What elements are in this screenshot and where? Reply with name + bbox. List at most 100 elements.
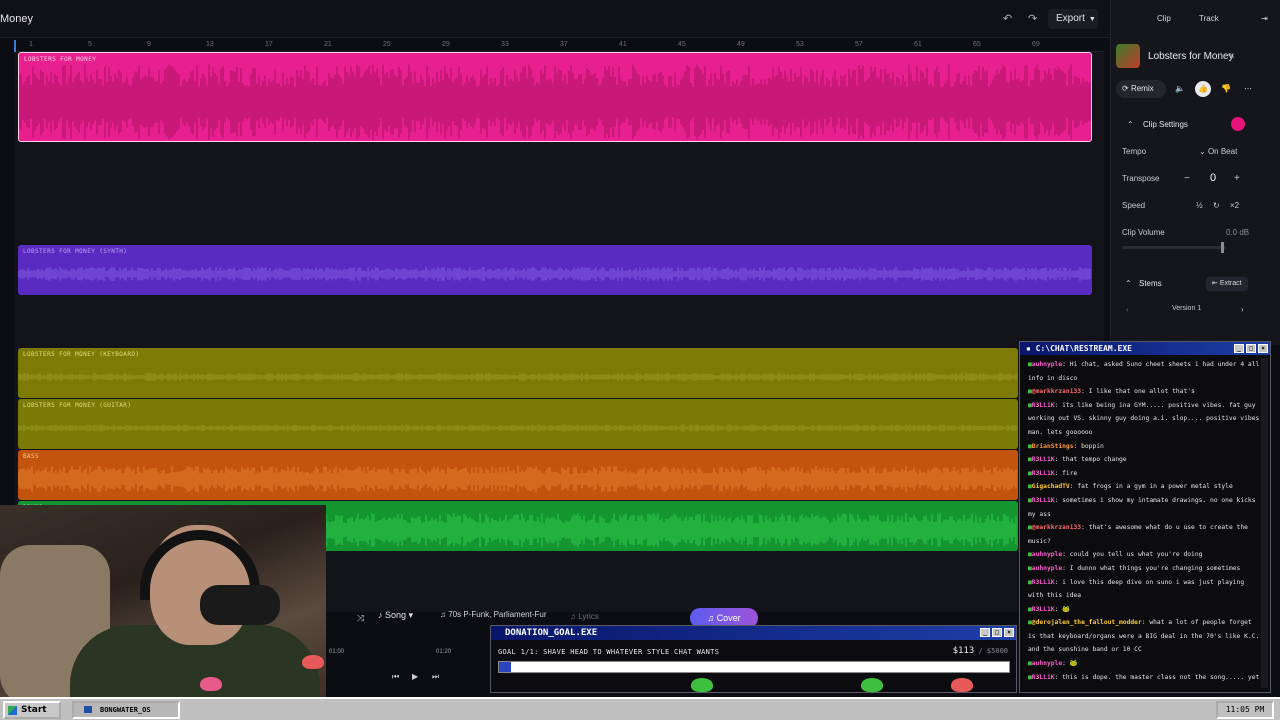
remix-button[interactable]: ⟳ Remix bbox=[1116, 80, 1166, 98]
volume-icon[interactable]: 🔈 bbox=[1172, 81, 1188, 97]
chat-username: R3LL1K bbox=[1031, 605, 1055, 613]
style-input[interactable]: ♫ 70s P-Funk, Parliament-Fur bbox=[440, 610, 547, 619]
chat-titlebar[interactable]: ▪ C:\CHAT\RESTREAM.EXE _ □ × bbox=[1020, 342, 1270, 355]
extract-label: Extract bbox=[1219, 280, 1242, 287]
track-clip[interactable]: LOBSTERS FOR MONEY (SYNTH) bbox=[18, 245, 1092, 295]
track-clip[interactable]: LOBSTERS FOR MONEY bbox=[18, 52, 1092, 142]
ruler-mark: 1 bbox=[29, 41, 33, 48]
transpose-minus-button[interactable]: − bbox=[1184, 173, 1190, 184]
donation-titlebar[interactable]: DONATION_GOAL.EXE _ □ × bbox=[491, 626, 1016, 640]
chat-separator: : bbox=[1054, 605, 1063, 613]
chat-separator: : bbox=[1054, 496, 1063, 504]
donation-title: DONATION_GOAL.EXE bbox=[505, 628, 598, 638]
clip-volume-knob[interactable] bbox=[1220, 242, 1224, 253]
track-clip[interactable]: LOBSTERS FOR MONEY (GUITAR) bbox=[18, 399, 1018, 449]
chat-username: R3LL1K bbox=[1031, 469, 1055, 477]
prev-version-icon[interactable]: ‹ bbox=[1126, 305, 1129, 314]
chat-message: ■@derojalen_the_fallout_modder: what a l… bbox=[1028, 616, 1262, 657]
donation-progress-fill bbox=[499, 662, 511, 672]
speed-reset-icon[interactable]: ↻ bbox=[1213, 201, 1220, 210]
like-icon[interactable]: 👍 bbox=[1195, 81, 1211, 97]
taskbar-clock: 11:05 PM bbox=[1216, 701, 1274, 719]
rewind-icon[interactable]: ⏮ bbox=[392, 672, 399, 682]
lyrics-placeholder: Lyrics bbox=[578, 612, 599, 621]
song-title: Lobsters for Money bbox=[1148, 51, 1234, 62]
waveform bbox=[18, 466, 1017, 492]
chat-username: R3LL1K bbox=[1031, 456, 1055, 464]
speed-half-button[interactable]: ½ bbox=[1196, 201, 1203, 210]
start-button[interactable]: Start bbox=[3, 701, 61, 719]
ruler-mark: 57 bbox=[855, 41, 863, 48]
chat-message: ■@markkrzani33: that's awesome what do u… bbox=[1028, 521, 1262, 548]
transpose-plus-button[interactable]: + bbox=[1234, 173, 1240, 184]
minimize-icon[interactable]: _ bbox=[1234, 344, 1244, 353]
song-artwork bbox=[1116, 44, 1140, 68]
extract-button[interactable]: ⇤ Extract bbox=[1206, 277, 1248, 291]
microphone bbox=[200, 585, 280, 625]
tab-track[interactable]: Track bbox=[1199, 14, 1219, 23]
chat-separator: : bbox=[1081, 524, 1089, 532]
chat-username: R3LL1K bbox=[1031, 496, 1055, 504]
ruler-mark: 61 bbox=[914, 41, 922, 48]
timeline-ruler[interactable]: 1 5 9 13 17 21 25 29 33 37 41 45 49 53 57 61 65 69 bbox=[14, 40, 1104, 52]
export-label: Export bbox=[1056, 13, 1085, 24]
ruler-mark: 37 bbox=[560, 41, 568, 48]
chat-text: sometimes i show my intamate drawings. n… bbox=[1028, 496, 1256, 518]
chat-text: boppin bbox=[1081, 442, 1104, 450]
redo-icon[interactable]: ↷ bbox=[1028, 12, 1037, 25]
fast-forward-icon[interactable]: ⏭ bbox=[432, 672, 439, 682]
frog-sticker-icon bbox=[861, 678, 883, 692]
remix-label: Remix bbox=[1130, 84, 1154, 93]
shuffle-icon[interactable]: ⤨ bbox=[357, 613, 364, 624]
frog-sticker-icon bbox=[302, 655, 324, 669]
track-clip[interactable]: BASS bbox=[18, 450, 1018, 500]
clip-volume-slider[interactable] bbox=[1122, 246, 1226, 249]
clip-volume-label: Clip Volume bbox=[1122, 228, 1165, 237]
chat-messages: ■auhnyple: Hi chat, asked Suno cheet she… bbox=[1020, 355, 1270, 684]
maximize-icon[interactable]: □ bbox=[992, 628, 1002, 637]
clip-color-swatch[interactable] bbox=[1231, 117, 1245, 131]
export-button[interactable]: Export ▼ bbox=[1048, 9, 1098, 29]
waveform bbox=[18, 424, 1017, 432]
ruler-mark: 45 bbox=[678, 41, 686, 48]
track-clip[interactable]: LOBSTERS FOR MONEY (KEYBOARD) bbox=[18, 348, 1018, 398]
close-icon[interactable]: × bbox=[1258, 344, 1268, 353]
maximize-icon[interactable]: □ bbox=[1246, 344, 1256, 353]
chat-message: ■auhnyple: could you tell us what you're… bbox=[1028, 548, 1262, 562]
playhead[interactable] bbox=[14, 40, 16, 52]
chat-separator: : bbox=[1062, 660, 1070, 668]
ruler-mark: 53 bbox=[796, 41, 804, 48]
chat-message: ■GigachadTV: fat frogs in a gym in a pow… bbox=[1028, 480, 1262, 494]
edit-title-icon[interactable]: ✎ bbox=[1228, 52, 1235, 61]
speed-label: Speed bbox=[1122, 201, 1146, 210]
song-dropdown[interactable]: ♪ Song ▾ bbox=[378, 610, 413, 621]
collapse-panel-icon[interactable]: ⇥ bbox=[1261, 14, 1268, 23]
chat-text: fat frogs in a gym in a power metal styl… bbox=[1077, 483, 1233, 491]
chat-text: fire bbox=[1062, 469, 1078, 477]
stems-chevron-icon[interactable]: ⌃ bbox=[1125, 279, 1132, 288]
close-icon[interactable]: × bbox=[1004, 628, 1014, 637]
waveform bbox=[18, 267, 1091, 281]
chevron-up-icon[interactable]: ⌃ bbox=[1127, 120, 1134, 129]
more-icon[interactable]: ⋯ bbox=[1240, 81, 1256, 97]
chat-username: BrianStings bbox=[1031, 442, 1074, 450]
lyrics-input[interactable]: ♫ Lyrics bbox=[570, 612, 599, 621]
taskbar-item-bongwater[interactable]: BONGWATER_OS bbox=[72, 701, 180, 719]
undo-icon[interactable]: ↶ bbox=[1003, 12, 1012, 25]
ruler-mark: 21 bbox=[324, 41, 332, 48]
webcam-feed bbox=[0, 505, 326, 697]
chat-scrollbar[interactable] bbox=[1261, 358, 1268, 688]
ruler-mark: 65 bbox=[973, 41, 981, 48]
dislike-icon[interactable]: 👎 bbox=[1218, 81, 1234, 97]
project-title: Money bbox=[0, 13, 34, 25]
chat-message: ■auhnyple: Hi chat, asked Suno cheet she… bbox=[1028, 358, 1262, 385]
tab-clip[interactable]: Clip bbox=[1157, 14, 1171, 23]
next-version-icon[interactable]: › bbox=[1241, 305, 1244, 314]
cover-label: Cover bbox=[716, 613, 741, 623]
speed-double-button[interactable]: ×2 bbox=[1230, 201, 1239, 210]
play-icon[interactable]: ▶ bbox=[412, 672, 418, 681]
minimize-icon[interactable]: _ bbox=[980, 628, 990, 637]
chat-separator: : bbox=[1062, 564, 1070, 572]
tempo-dropdown[interactable]: ⌄ On Beat bbox=[1199, 147, 1237, 156]
clip-settings-label: Clip Settings bbox=[1143, 120, 1188, 129]
